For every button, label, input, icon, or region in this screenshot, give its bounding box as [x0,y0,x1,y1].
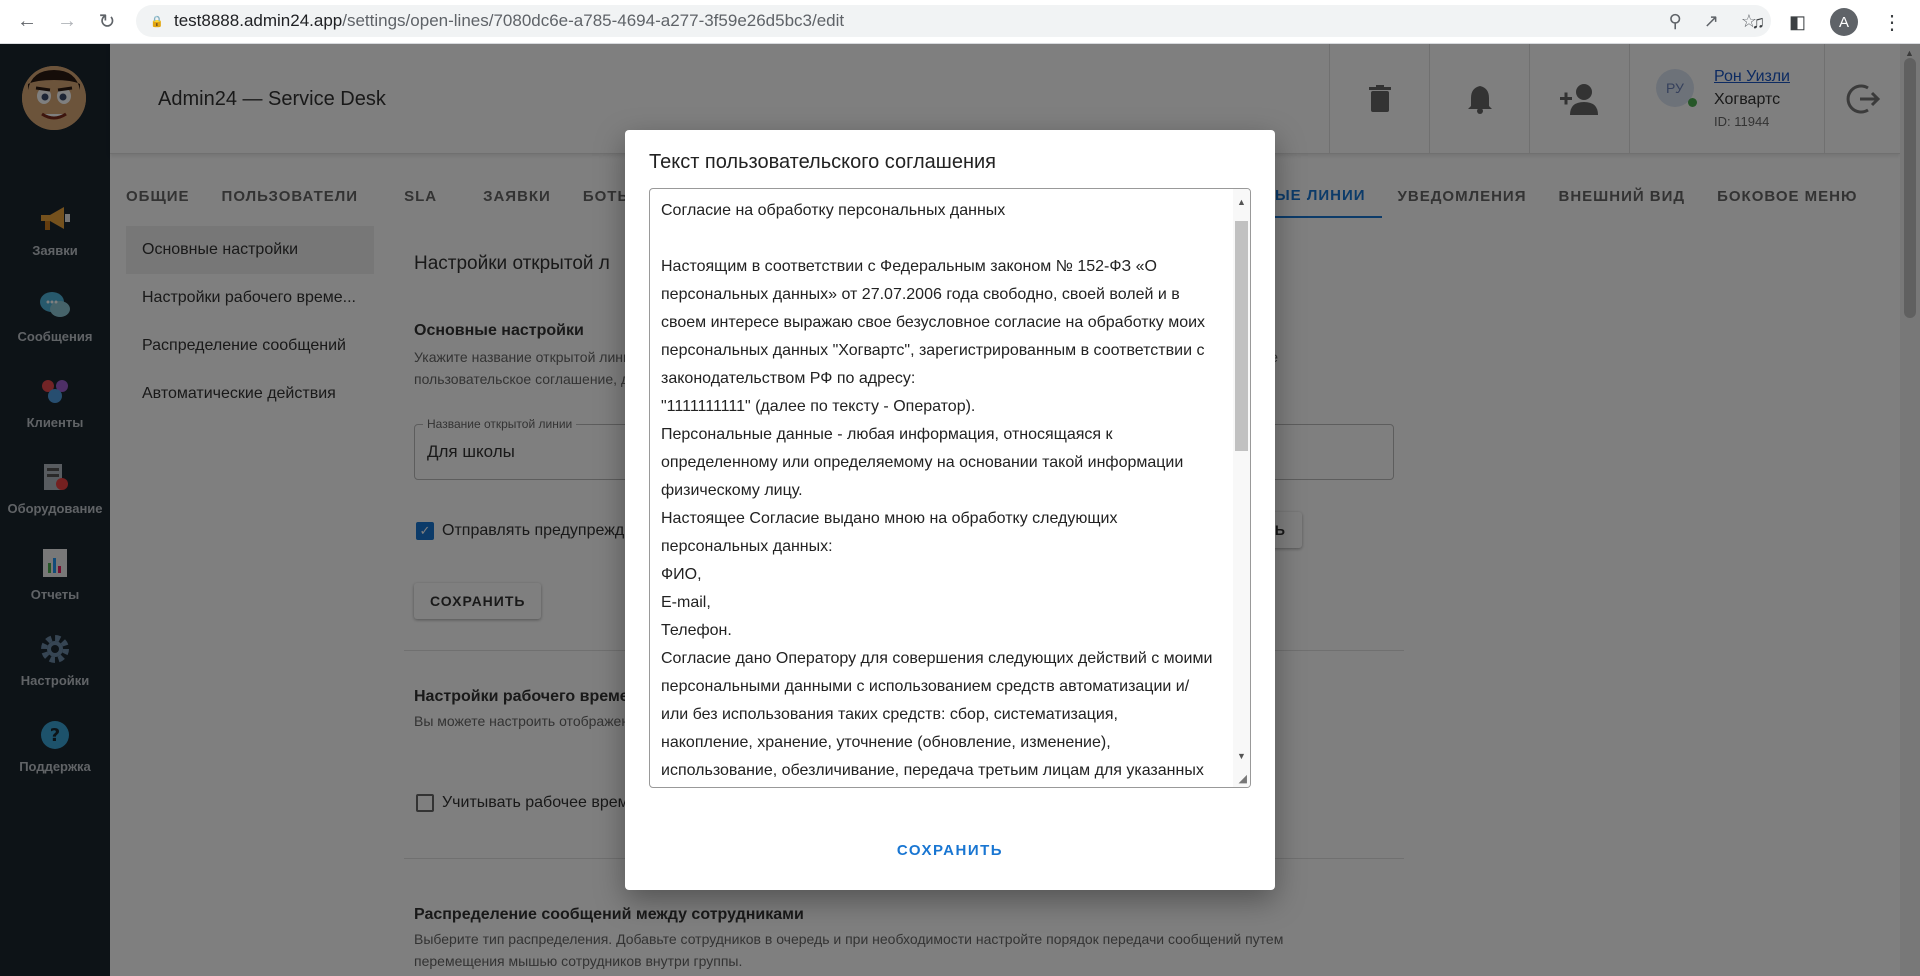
lock-icon: 🔒 [150,16,164,28]
kebab-menu-icon[interactable]: ⋮ [1882,10,1902,35]
text-line: персональных данных: [661,538,833,555]
scroll-down-icon[interactable]: ▼ [1237,751,1246,761]
text-line: персональных данных "Хогвартс", зарегист… [661,342,1205,359]
url-text: test8888.admin24.app/settings/open-lines… [174,11,844,31]
text-line: персональных данных» от 27.07.2006 года … [661,286,1180,303]
agreement-dialog: Текст пользовательского соглашения Согла… [625,130,1275,890]
agreement-textarea[interactable]: Согласие на обработку персональных данны… [649,188,1251,788]
textarea-scrollbar[interactable]: ▲ ▼ [1233,189,1250,787]
text-line: ФИО, [661,566,702,583]
text-line: определенному или определяемому на основ… [661,454,1184,471]
profile-avatar[interactable]: A [1830,8,1858,36]
text-line: своем интересе выражаю свое безусловное … [661,314,1206,331]
browser-toolbar: ← → ↻ 🔒 test8888.admin24.app/settings/op… [0,0,1920,44]
reload-icon[interactable]: ↻ [90,5,124,39]
forward-arrow-icon[interactable]: → [50,5,84,39]
url-host: test8888.admin24.app [174,11,343,30]
dialog-title: Текст пользовательского соглашения [649,151,996,173]
text-line: персональными данными с использованием с… [661,678,1190,695]
scroll-up-icon[interactable]: ▲ [1237,197,1246,207]
text-line: законодательством РФ по адресу: [661,370,916,387]
url-path: /settings/open-lines/7080dc6e-a785-4694-… [342,11,845,30]
text-line: Настоящим в соответствии с Федеральным з… [661,258,1157,275]
sidepanel-icon[interactable]: ◧ [1789,12,1806,33]
text-line: "1111111111" (далее по тексту - Оператор… [661,398,976,415]
text-line: Согласие на обработку персональных данны… [661,202,1006,219]
text-line: Настоящее Согласие выдано мною на обрабо… [661,510,1118,527]
text-line: накопление, хранение, уточнение (обновле… [661,734,1111,751]
media-icon[interactable]: ♫ [1751,12,1765,33]
text-line: физическому лицу. [661,482,803,499]
text-line: Согласие дано Оператору для совершения с… [661,650,1213,667]
zoom-icon[interactable]: ⚲ [1669,11,1682,32]
textarea-scrollbar-thumb[interactable] [1235,221,1248,451]
resize-handle-icon[interactable]: ◢ [1239,772,1247,785]
address-bar[interactable]: 🔒 test8888.admin24.app/settings/open-lin… [136,5,1771,37]
text-line: E-mail, [661,594,711,611]
text-line: Телефон. [661,622,732,639]
agreement-text: Согласие на обработку персональных данны… [661,197,1231,785]
share-icon[interactable]: ↗ [1704,11,1719,32]
text-line: Персональные данные - любая информация, … [661,426,1113,443]
text-line-empty [661,225,1231,253]
text-line: или без использования таких средств: сбо… [661,706,1118,723]
text-line: использование, обезличивание, передача т… [661,762,1204,779]
back-arrow-icon[interactable]: ← [10,5,44,39]
dialog-save-button[interactable]: СОХРАНИТЬ [625,842,1275,859]
